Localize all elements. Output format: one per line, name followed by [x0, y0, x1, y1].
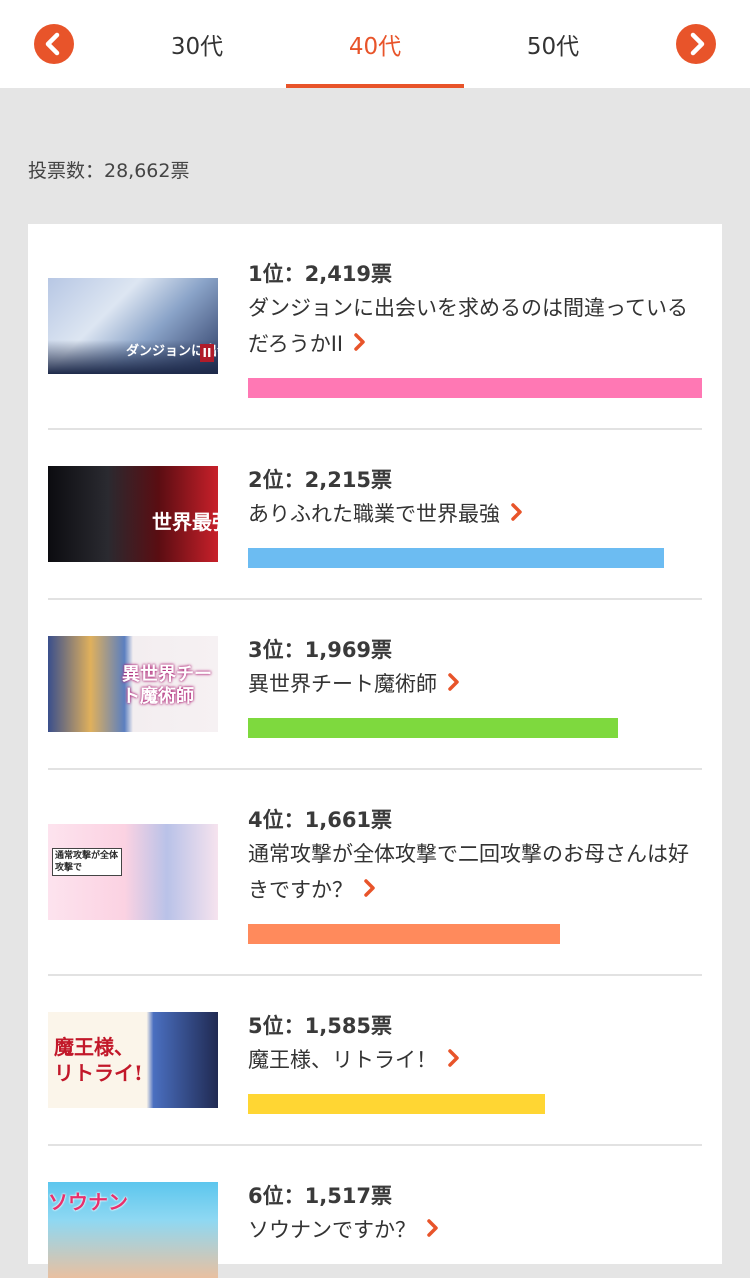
thumbnail-caption: 通常攻撃が全体攻撃で	[52, 848, 122, 876]
anime-title: 魔王様、リトライ！	[248, 1048, 437, 1072]
rank-votes: 6位：1,517票	[248, 1184, 393, 1208]
ranking-item-6[interactable]: ソウナン 6位：1,517票 ソウナンですか？	[48, 1146, 702, 1278]
anime-thumbnail[interactable]: ソウナン	[48, 1182, 218, 1278]
age-tab-bar: 30代 40代 50代	[0, 0, 750, 88]
anime-title-link[interactable]: ダンジョンに出会いを求めるのは間違っているだろうかII	[248, 290, 702, 363]
rank-votes: 2位：2,215票	[248, 468, 393, 492]
ranking-item-2[interactable]: 世界最強 2位：2,215票 ありふれた職業で世界最強	[48, 430, 702, 600]
anime-title-link[interactable]: ソウナンですか？	[248, 1212, 702, 1249]
anime-title: ソウナンですか？	[248, 1218, 416, 1242]
thumbnail-caption: 魔王様、リトライ!	[54, 1035, 143, 1085]
vote-bar	[248, 924, 560, 944]
vote-bar	[248, 718, 618, 738]
rank-votes: 1位：2,419票	[248, 262, 393, 286]
anime-thumbnail[interactable]: 通常攻撃が全体攻撃で	[48, 824, 218, 920]
next-age-button[interactable]	[676, 24, 716, 64]
vote-bar	[248, 1094, 545, 1114]
ranking-item-3[interactable]: 異世界チート魔術師 3位：1,969票 異世界チート魔術師	[48, 600, 702, 770]
anime-title: ありふれた職業で世界最強	[248, 502, 500, 526]
anime-title-link[interactable]: 異世界チート魔術師	[248, 666, 702, 703]
tab-50s[interactable]: 50代	[464, 0, 642, 88]
anime-title-link[interactable]: 魔王様、リトライ！	[248, 1042, 702, 1079]
anime-title: ダンジョンに出会いを求めるのは間違っているだろうかII	[248, 296, 688, 356]
chevron-right-icon	[426, 1213, 440, 1249]
rank-votes: 5位：1,585票	[248, 1014, 393, 1038]
prev-age-button[interactable]	[34, 24, 74, 64]
ranking-item-1[interactable]: ダンジョンに出会い II 1位：2,419票 ダンジョンに出会いを求めるのは間違…	[48, 224, 702, 430]
anime-title-link[interactable]: ありふれた職業で世界最強	[248, 496, 702, 533]
anime-thumbnail[interactable]: 異世界チート魔術師	[48, 636, 218, 732]
chevron-right-icon	[353, 327, 367, 363]
chevron-right-icon	[447, 1043, 461, 1079]
rank-votes: 4位：1,661票	[248, 808, 393, 832]
tab-30s[interactable]: 30代	[108, 0, 286, 88]
vote-bar	[248, 378, 702, 398]
ranking-list: ダンジョンに出会い II 1位：2,419票 ダンジョンに出会いを求めるのは間違…	[28, 224, 722, 1278]
chevron-right-icon	[676, 24, 716, 64]
anime-title-link[interactable]: 通常攻撃が全体攻撃で二回攻撃のお母さんは好きですか？	[248, 836, 702, 909]
anime-thumbnail[interactable]: 世界最強	[48, 466, 218, 562]
anime-thumbnail[interactable]: ダンジョンに出会い II	[48, 278, 218, 374]
anime-title: 異世界チート魔術師	[248, 672, 437, 696]
vote-bar	[248, 548, 664, 568]
ranking-item-4[interactable]: 通常攻撃が全体攻撃で 4位：1,661票 通常攻撃が全体攻撃で二回攻撃のお母さん…	[48, 770, 702, 976]
thumbnail-caption: ソウナン	[48, 1190, 128, 1214]
chevron-right-icon	[363, 873, 377, 909]
chevron-left-icon	[34, 24, 74, 64]
chevron-right-icon	[447, 667, 461, 703]
thumbnail-caption: 異世界チート魔術師	[122, 664, 212, 707]
tab-40s[interactable]: 40代	[286, 0, 464, 88]
ranking-item-5[interactable]: 魔王様、リトライ! 5位：1,585票 魔王様、リトライ！	[48, 976, 702, 1146]
vote-total: 投票数：28,662票	[28, 160, 190, 182]
anime-title: 通常攻撃が全体攻撃で二回攻撃のお母さんは好きですか？	[248, 842, 689, 902]
chevron-right-icon	[510, 497, 524, 533]
anime-thumbnail[interactable]: 魔王様、リトライ!	[48, 1012, 218, 1108]
rank-votes: 3位：1,969票	[248, 638, 393, 662]
thumbnail-caption: 世界最強	[152, 510, 218, 534]
